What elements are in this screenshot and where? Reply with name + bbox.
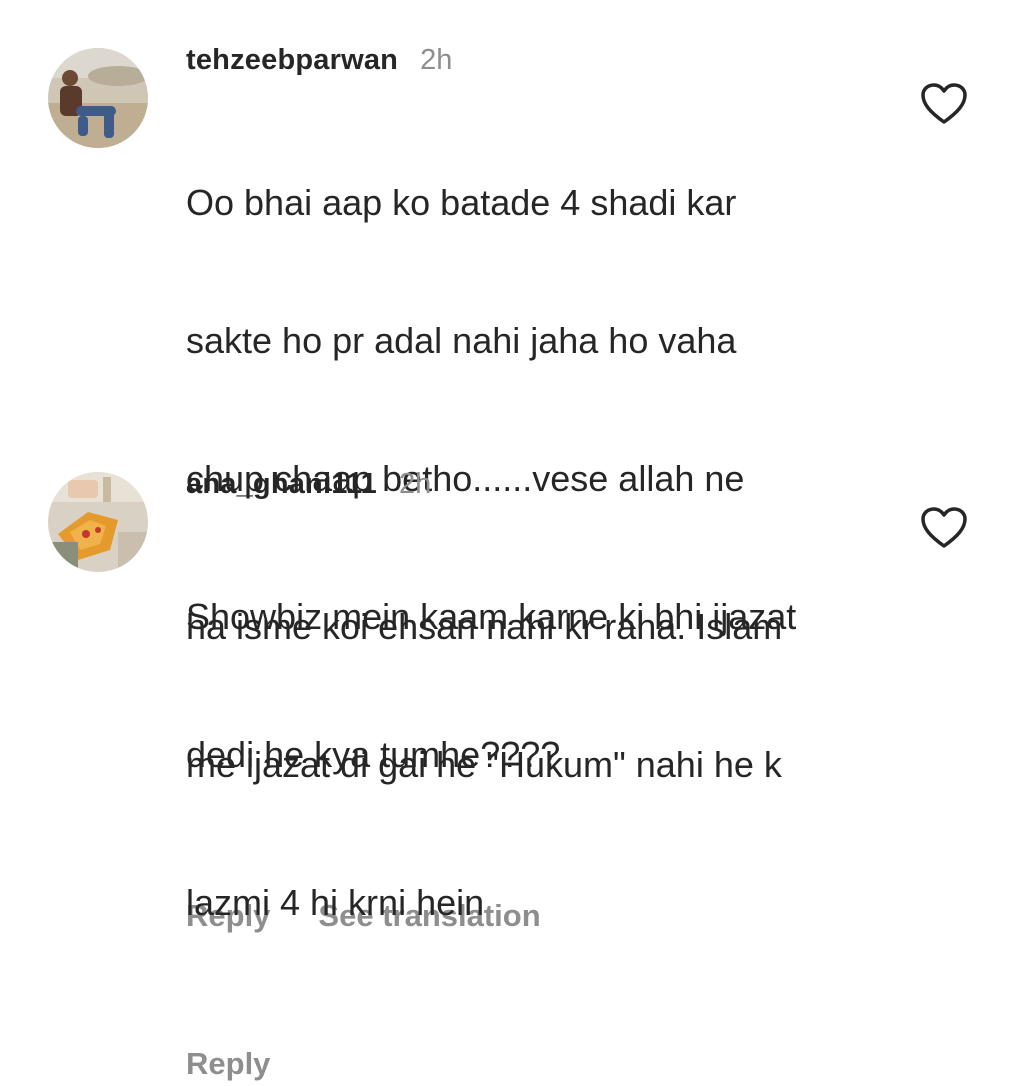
comment-body: ana_ghani111 2h ha isme koi ehsan nahi k…	[186, 462, 906, 1086]
comment-timestamp: 2h	[399, 468, 432, 500]
comment-meta: ana_ghani111 2h	[186, 462, 906, 506]
comment-meta: tehzeebparwan 2h	[186, 38, 906, 82]
avatar[interactable]	[48, 472, 148, 572]
heart-outline-icon[interactable]	[920, 82, 968, 126]
comment-text-line: sakte ho pr adal nahi jaha ho vaha	[186, 320, 737, 361]
comment-timestamp: 2h	[420, 44, 453, 76]
comment-text: ha isme koi ehsan nahi kr raha. Islam me…	[186, 512, 906, 1018]
comment-actions: Reply	[186, 1042, 906, 1086]
comment-username[interactable]: ana_ghani111	[186, 462, 377, 506]
comment-text-line: Oo bhai aap ko batade 4 shadi kar	[186, 182, 737, 223]
comment-text-line: me ijazat di gai he "Hukum" nahi he k	[186, 744, 782, 785]
comment-text-line: lazmi 4 hi krni hein	[186, 882, 485, 923]
reply-button[interactable]: Reply	[186, 1046, 270, 1082]
heart-outline-icon[interactable]	[920, 506, 968, 550]
avatar[interactable]	[48, 48, 148, 148]
comment-text-line: ha isme koi ehsan nahi kr raha. Islam	[186, 606, 783, 647]
comment-username[interactable]: tehzeebparwan	[186, 38, 398, 82]
